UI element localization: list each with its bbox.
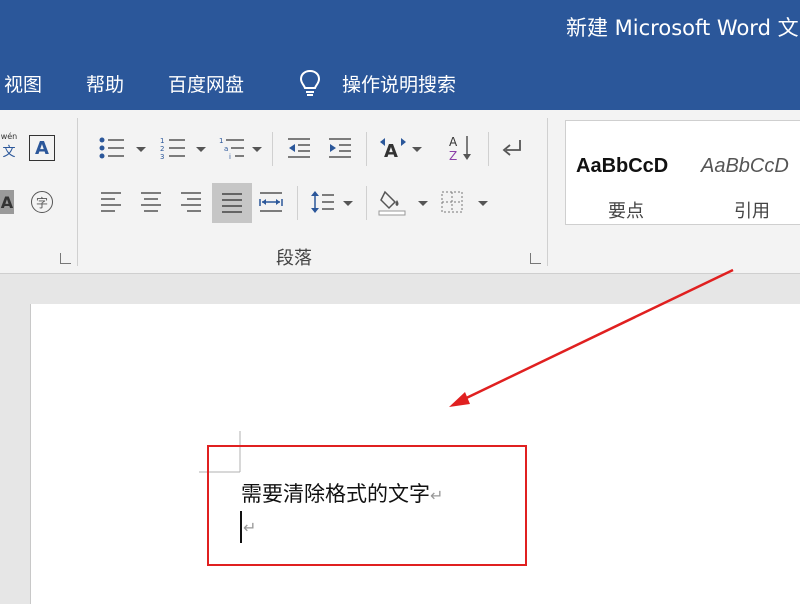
shading-dropdown-chevron-down-icon[interactable] <box>418 201 428 206</box>
tab-baidu-netdisk[interactable]: 百度网盘 <box>168 70 244 97</box>
align-right-icon[interactable] <box>179 190 203 214</box>
annotation-highlight-box <box>207 445 527 566</box>
align-left-icon[interactable] <box>99 190 123 214</box>
lightbulb-icon[interactable] <box>298 68 322 98</box>
ribbon: wén 文 A A 字 1 2 3 1 a i A A Z 段落 AaBbCcD… <box>0 110 800 274</box>
separator <box>488 132 489 166</box>
numbering-icon[interactable]: 1 2 3 <box>159 136 187 160</box>
styles-gallery: AaBbCcD 要点 AaBbCcD 引用 <box>565 120 800 225</box>
document-area: 需要清除格式的文字↵ ↵ <box>0 274 800 604</box>
svg-text:3: 3 <box>160 153 164 160</box>
title-bar: 新建 Microsoft Word 文 <box>0 0 800 48</box>
tab-view[interactable]: 视图 <box>4 70 42 97</box>
text-direction-icon[interactable]: A <box>379 136 407 160</box>
phonetic-guide-char: 文 <box>2 145 16 160</box>
separator <box>297 186 298 220</box>
show-hide-marks-icon[interactable] <box>500 136 526 160</box>
distributed-icon[interactable] <box>258 190 284 214</box>
character-shading-glyph: A <box>0 192 14 212</box>
window-title: 新建 Microsoft Word 文 <box>566 16 799 40</box>
bullets-icon[interactable] <box>98 136 126 160</box>
separator <box>366 132 367 166</box>
svg-text:a: a <box>224 145 228 153</box>
multilevel-list-icon[interactable]: 1 a i <box>218 136 246 160</box>
line-spacing-dropdown-chevron-down-icon[interactable] <box>343 201 353 206</box>
phonetic-guide-button[interactable]: wén 文 <box>0 130 18 162</box>
decrease-indent-icon[interactable] <box>286 136 312 160</box>
enclose-characters-glyph: 字 <box>35 195 48 210</box>
enclose-characters-button[interactable]: 字 <box>31 191 53 213</box>
paragraph-dialog-launcher[interactable] <box>530 253 541 264</box>
svg-text:1: 1 <box>219 137 223 145</box>
sort-icon[interactable]: A Z <box>448 134 474 162</box>
svg-text:A: A <box>449 135 458 149</box>
group-separator <box>547 118 548 266</box>
tab-help[interactable]: 帮助 <box>86 70 124 97</box>
group-separator <box>77 118 78 266</box>
style-name-quote: 引用 <box>734 201 770 222</box>
justify-icon[interactable] <box>212 183 252 223</box>
phonetic-guide-pinyin: wén <box>0 132 18 141</box>
borders-icon[interactable] <box>440 190 464 214</box>
line-spacing-icon[interactable] <box>310 190 336 214</box>
bullets-dropdown-chevron-down-icon[interactable] <box>136 147 146 152</box>
character-border-button[interactable]: A <box>29 135 55 161</box>
multilevel-list-dropdown-chevron-down-icon[interactable] <box>252 147 262 152</box>
style-sample-quote[interactable]: AaBbCcD <box>701 155 789 178</box>
numbering-dropdown-chevron-down-icon[interactable] <box>196 147 206 152</box>
paragraph-group-label: 段落 <box>276 248 312 269</box>
align-center-icon[interactable] <box>139 190 163 214</box>
separator <box>366 186 367 220</box>
style-name-emphasis: 要点 <box>608 201 644 222</box>
svg-text:Z: Z <box>449 149 457 162</box>
text-direction-dropdown-chevron-down-icon[interactable] <box>412 147 422 152</box>
style-sample-emphasis[interactable]: AaBbCcD <box>576 155 668 178</box>
svg-text:1: 1 <box>160 137 164 145</box>
svg-text:A: A <box>384 141 398 160</box>
ribbon-tab-bar: 视图 帮助 百度网盘 操作说明搜索 <box>0 48 800 110</box>
svg-text:i: i <box>229 153 231 160</box>
character-border-glyph: A <box>35 137 49 159</box>
increase-indent-icon[interactable] <box>327 136 353 160</box>
font-dialog-launcher[interactable] <box>60 253 71 264</box>
shading-paint-bucket-icon[interactable] <box>377 186 407 216</box>
borders-dropdown-chevron-down-icon[interactable] <box>478 201 488 206</box>
tell-me-search[interactable]: 操作说明搜索 <box>342 70 456 97</box>
character-shading-button[interactable]: A <box>0 190 14 214</box>
svg-text:2: 2 <box>160 145 164 153</box>
separator <box>272 132 273 166</box>
